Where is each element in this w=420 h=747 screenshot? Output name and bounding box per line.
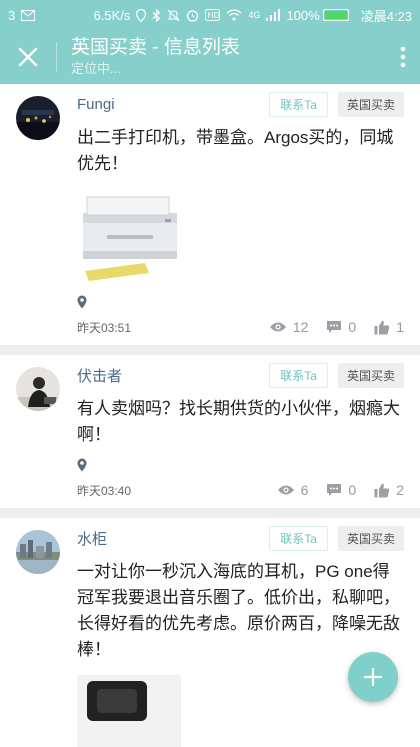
username[interactable]: 伏击者 [77,365,269,386]
wifi-icon [226,9,242,21]
status-bar: 3 6.5K/s HD 4G 100% 凌晨4:23 [0,0,420,30]
battery-percent: 100% [286,7,320,23]
post-card[interactable]: Fungi 联系Ta 英国买卖 出二手打印机，带墨盒。Argos买的，同城优先！… [0,84,420,345]
eye-icon [277,485,294,495]
username[interactable]: 水柜 [77,528,269,549]
post-image[interactable] [77,675,181,747]
like-count[interactable]: 2 [374,482,404,498]
close-button[interactable] [0,30,56,84]
thumbs-up-icon [374,320,390,334]
close-icon [18,47,38,67]
like-count[interactable]: 1 [374,319,404,335]
contact-button[interactable]: 联系Ta [269,525,328,551]
avatar[interactable] [16,367,60,411]
notification-count: 3 [8,7,16,23]
avatar[interactable] [16,530,60,574]
battery-icon [322,9,349,21]
clock: 凌晨4:23 [360,8,412,24]
bluetooth-icon [153,8,161,22]
contact-button[interactable]: 联系Ta [269,91,328,117]
location-pin[interactable] [77,295,404,313]
hd-icon: HD [205,9,221,21]
post-content: 出二手打印机，带墨盒。Argos买的，同城优先！ [77,128,394,173]
view-count: 6 [277,482,308,498]
mute-icon [167,9,180,21]
category-tag[interactable]: 英国买卖 [337,525,404,551]
eye-icon [269,322,286,332]
location-icon [136,8,147,22]
svg-text:HD: HD [208,11,220,20]
avatar[interactable] [16,96,60,140]
signal-type: 4G [248,10,261,20]
signal-icon [266,9,281,21]
post-image[interactable] [77,189,181,285]
contact-button[interactable]: 联系Ta [269,362,328,388]
comment-count[interactable]: 0 [326,319,356,335]
plus-icon [364,668,382,686]
category-tag[interactable]: 英国买卖 [337,362,404,388]
post-content: 有人卖烟吗？找长期供货的小伙伴，烟瘾大啊！ [77,399,400,444]
username[interactable]: Fungi [77,96,269,113]
comment-count[interactable]: 0 [326,482,356,498]
thumbs-up-icon [374,483,390,497]
location-icon [77,458,87,472]
add-post-button[interactable] [348,652,398,702]
network-speed: 6.5K/s [93,7,131,23]
comment-icon [327,321,342,333]
location-subtitle: 定位中... [71,61,121,76]
view-count: 12 [269,319,308,335]
alarm-icon [187,9,199,22]
comment-icon [327,484,342,496]
post-card[interactable]: 水柜 联系Ta 英国买卖 一对让你一秒沉入海底的耳机，PG one得冠军我要退出… [0,518,420,747]
post-content: 一对让你一秒沉入海底的耳机，PG one得冠军我要退出音乐圈了。低价出，私聊吧，… [77,562,400,659]
more-vertical-icon [400,46,406,68]
category-tag[interactable]: 英国买卖 [337,91,404,117]
post-time: 昨天03:40 [77,483,132,498]
post-time: 昨天03:51 [77,320,132,335]
more-menu-button[interactable] [386,30,420,84]
mail-icon [21,9,36,21]
app-bar: 英国买卖 - 信息列表 定位中... [0,30,420,84]
location-icon [77,295,87,309]
location-pin[interactable] [77,458,404,476]
page-title: 英国买卖 - 信息列表 [71,37,240,58]
post-card[interactable]: 伏击者 联系Ta 英国买卖 有人卖烟吗？找长期供货的小伙伴，烟瘾大啊！ 昨天03… [0,355,420,508]
post-list[interactable]: Fungi 联系Ta 英国买卖 出二手打印机，带墨盒。Argos买的，同城优先！… [0,84,420,747]
